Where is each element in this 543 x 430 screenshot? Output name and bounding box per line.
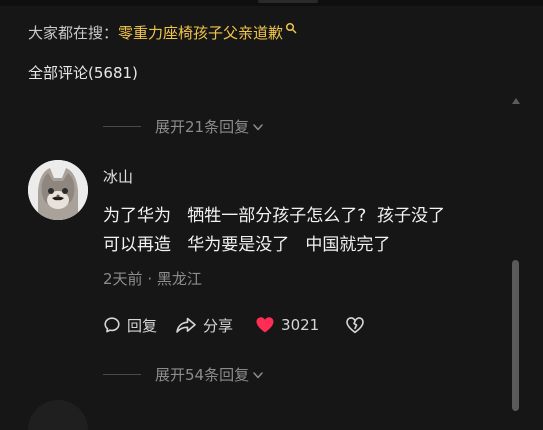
- search-suggestion-keyword[interactable]: 零重力座椅孩子父亲道歉: [118, 22, 283, 43]
- comment-text: 为了华为 牺牲一部分孩子怎么了? 孩子没了 可以再造 华为要是没了 中国就完了: [103, 206, 446, 255]
- avatar[interactable]: [28, 160, 88, 220]
- search-icon[interactable]: [285, 22, 297, 34]
- like-button[interactable]: 3021: [255, 316, 319, 334]
- share-arrow-icon: [176, 317, 196, 333]
- expand-replies-label[interactable]: 展开21条回复: [155, 116, 249, 137]
- heart-icon: [256, 317, 274, 333]
- comment-meta: 2天前 · 黑龙江: [103, 268, 202, 289]
- dislike-button[interactable]: [345, 316, 365, 334]
- search-suggestion[interactable]: 大家都在搜： 零重力座椅孩子父亲道歉: [28, 22, 297, 43]
- chevron-down-icon[interactable]: [251, 120, 265, 134]
- comment-time: 2天前: [103, 270, 143, 288]
- comment-bubble-icon: [104, 317, 120, 333]
- next-comment-avatar[interactable]: [28, 400, 88, 430]
- reply-label[interactable]: 回复: [127, 315, 157, 336]
- like-count: 3021: [281, 316, 320, 334]
- comment-username[interactable]: 冰山: [103, 166, 133, 187]
- broken-heart-icon: [346, 317, 365, 334]
- divider-line: [103, 374, 141, 375]
- share-button[interactable]: 分享: [175, 315, 233, 336]
- comment-actions: 回复 分享 3021: [103, 312, 365, 338]
- expand-replies-above[interactable]: 展开21条回复: [103, 116, 265, 137]
- search-suggestion-prefix: 大家都在搜：: [28, 24, 119, 42]
- comment-location: 黑龙江: [156, 270, 202, 288]
- scroll-up-arrow-icon[interactable]: [511, 97, 521, 105]
- scrollbar-thumb[interactable]: [512, 260, 519, 411]
- cat-avatar-icon: [28, 160, 88, 220]
- reply-button[interactable]: 回复: [103, 315, 157, 336]
- expand-replies-below[interactable]: 展开54条回复: [103, 364, 265, 385]
- divider-line: [103, 126, 141, 127]
- comments-count-title: 全部评论(5681): [28, 64, 138, 82]
- drag-handle[interactable]: [258, 0, 318, 3]
- expand-replies-label[interactable]: 展开54条回复: [155, 364, 249, 385]
- chevron-down-icon[interactable]: [251, 368, 265, 382]
- meta-separator: ·: [147, 270, 153, 288]
- share-label[interactable]: 分享: [203, 315, 233, 336]
